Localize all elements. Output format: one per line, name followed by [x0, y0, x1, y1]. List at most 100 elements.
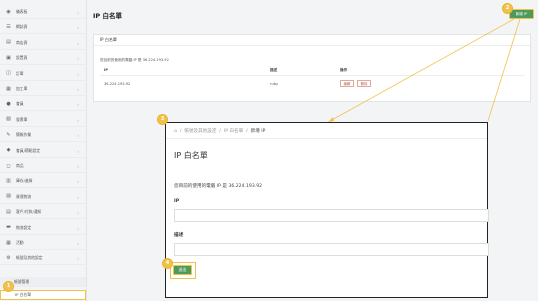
sidebar-subitem-label: IP 白名單 [15, 292, 32, 297]
column-header-actions: 操作 [340, 68, 348, 72]
desc-field-label: 描述 [174, 233, 184, 238]
logistics-icon: ▬ [6, 224, 11, 231]
row-desc: ruby [270, 82, 279, 86]
sidebar-item-label: 商店頁 [16, 39, 28, 45]
breadcrumb-add-ip: 新增 IP [250, 129, 266, 134]
sidebar-item-label: 商品 [16, 163, 24, 168]
sidebar-item-inventory[interactable]: ▥ 庫存/進貨 › [0, 175, 86, 189]
breadcrumb-divider [166, 138, 487, 139]
chevron-right-icon: › [77, 133, 79, 139]
column-header-desc: 描述 [270, 68, 278, 72]
chevron-right-icon: › [77, 10, 79, 15]
sidebar-item-customer[interactable]: ▤ 客戶/付款/通知 › [0, 206, 86, 220]
step-badge-1: 1 [3, 281, 14, 292]
sidebar-item-label: 會員 [16, 101, 24, 107]
step-badge-3: 3 [157, 114, 168, 125]
chevron-right-icon: › [77, 194, 79, 200]
sidebar-item-label: 儀表板 [16, 9, 28, 14]
work-order-icon: ▦ [6, 85, 11, 92]
ip-field-label: IP [174, 199, 180, 204]
sidebar-item-shipping[interactable]: ▨ 貨運物流 › [0, 191, 86, 204]
sidebar-item-label: 發票單 [16, 116, 28, 122]
account-icon: ⚙ [6, 254, 11, 261]
order-icon: ◫ [6, 70, 11, 77]
sidebar-item-label: 帳號及其他設定 [16, 255, 43, 261]
sidebar-item-invoice[interactable]: ▧ 發票單 › [0, 114, 86, 127]
chevron-right-icon: › [77, 102, 79, 108]
breadcrumb-ip-whitelist[interactable]: IP 白名單 [224, 129, 243, 134]
chevron-right-icon: › [77, 164, 79, 169]
shipping-icon: ▨ [6, 193, 11, 200]
customer-icon: ▤ [6, 208, 11, 215]
sidebar-item-member[interactable]: ● 會員 › [0, 98, 86, 112]
member-icon: ● [6, 100, 11, 107]
chevron-right-icon: › [77, 117, 79, 123]
sidebar-item-label: 庫存/進貨 [16, 178, 33, 184]
breadcrumb-account-settings[interactable]: 帳號及其他設定 [184, 129, 216, 134]
column-header-ip: IP [104, 68, 108, 72]
sidebar-item-label: 訂單 [16, 70, 24, 76]
sidebar-item-label: 會員/積點設定 [16, 147, 41, 153]
sidebar-item-label: 活動 [16, 240, 24, 245]
chevron-right-icon: › [77, 40, 79, 46]
page-title: IP 白名單 [93, 12, 122, 20]
blog-icon: ☰ [6, 23, 11, 30]
sidebar-item-label: 貨運物流 [16, 193, 32, 199]
header-divider [100, 75, 525, 76]
shop-icon: ▤ [6, 39, 11, 46]
form-title: IP 白名單 [174, 151, 208, 160]
sidebar-subitem-ip-whitelist[interactable]: IP 白名單 [0, 290, 86, 300]
ip-input[interactable] [174, 209, 489, 222]
chevron-right-icon: › [77, 56, 79, 62]
sidebar-item-label: 設置頁 [16, 55, 28, 61]
step-badge-2: 2 [502, 3, 513, 14]
form-current-ip-text: 您目前的使用的電腦 IP 是 36.224.193.92 [174, 184, 263, 189]
home-icon[interactable]: ⌂ [174, 129, 177, 134]
sidebar-item-order[interactable]: ◫ 訂單 › [0, 68, 86, 81]
step-badge-4: 4 [162, 258, 173, 269]
zoomed-add-ip-form: ⌂ / 帳號及其他設定 / IP 白名單 / 新增 IP IP 白名單 您目前的… [165, 122, 489, 298]
sidebar-item-event[interactable]: ▦ 活動 › [0, 237, 86, 250]
sidebar-item-account[interactable]: ⚙ 帳號及其他設定 › [0, 252, 86, 266]
event-icon: ▦ [6, 239, 11, 246]
whitelist-panel: IP 白名單 您目前的使用的電腦 IP 是 36.224.193.92 IP 描… [93, 34, 531, 102]
chevron-right-icon: › [77, 179, 79, 185]
sidebar-item-product[interactable]: ◻ 商品 › [0, 160, 86, 173]
desc-input[interactable] [174, 243, 489, 256]
sidebar-item-blog[interactable]: ☰ 網誌頁 › [0, 21, 86, 35]
breadcrumb: ⌂ / 帳號及其他設定 / IP 白名單 / 新增 IP [174, 129, 266, 134]
sidebar-item-report[interactable]: ✎ 簡報作業 › [0, 129, 86, 143]
panel-title: IP 白名單 [94, 35, 530, 46]
chevron-right-icon: › [77, 256, 79, 262]
sidebar-item-settings[interactable]: ▣ 設置頁 › [0, 52, 86, 66]
chevron-right-icon: › [77, 241, 79, 246]
sidebar-item-shop[interactable]: ▤ 商店頁 › [0, 37, 86, 50]
sidebar: ◉ 儀表板 › ☰ 網誌頁 › ▤ 商店頁 › ▣ 設置頁 › ◫ 訂單 › ▦ 加工單 › ● 會員 › ▧ 發票單 › ✎ 簡… [0, 0, 87, 301]
submit-button[interactable]: 送出 [173, 265, 192, 275]
product-icon: ◻ [6, 162, 11, 169]
chevron-right-icon: › [77, 210, 79, 216]
sidebar-item-logistics[interactable]: ▬ 物流設定 › [0, 222, 86, 235]
dashboard-icon: ◉ [6, 8, 11, 15]
delete-button[interactable]: 刪除 [357, 80, 371, 87]
points-icon: ◆ [6, 147, 11, 154]
edit-button[interactable]: 編輯 [340, 80, 354, 87]
sidebar-item-label: 客戶/付款/通知 [16, 209, 42, 215]
inventory-icon: ▥ [6, 177, 11, 184]
invoice-icon: ▧ [6, 116, 11, 123]
settings-icon: ▣ [6, 54, 11, 61]
sidebar-item-label: 物流設定 [16, 224, 32, 230]
current-ip-text: 您目前的使用的電腦 IP 是 36.224.193.92 [100, 58, 169, 62]
sidebar-item-work-order[interactable]: ▦ 加工單 › [0, 83, 86, 96]
chevron-right-icon: › [77, 71, 79, 77]
sidebar-item-label: 簡報作業 [16, 132, 32, 138]
sidebar-item-dashboard[interactable]: ◉ 儀表板 › [0, 6, 86, 19]
chevron-right-icon: › [77, 87, 79, 92]
add-ip-button[interactable]: 新增 IP [509, 9, 534, 19]
sidebar-item-points[interactable]: ◆ 會員/積點設定 › [0, 145, 86, 158]
chevron-right-icon: › [77, 225, 79, 231]
chevron-right-icon: › [77, 148, 79, 154]
sidebar-item-label: 加工單 [16, 86, 28, 91]
chevron-right-icon: › [77, 25, 79, 31]
sidebar-item-label: 網誌頁 [16, 24, 28, 30]
